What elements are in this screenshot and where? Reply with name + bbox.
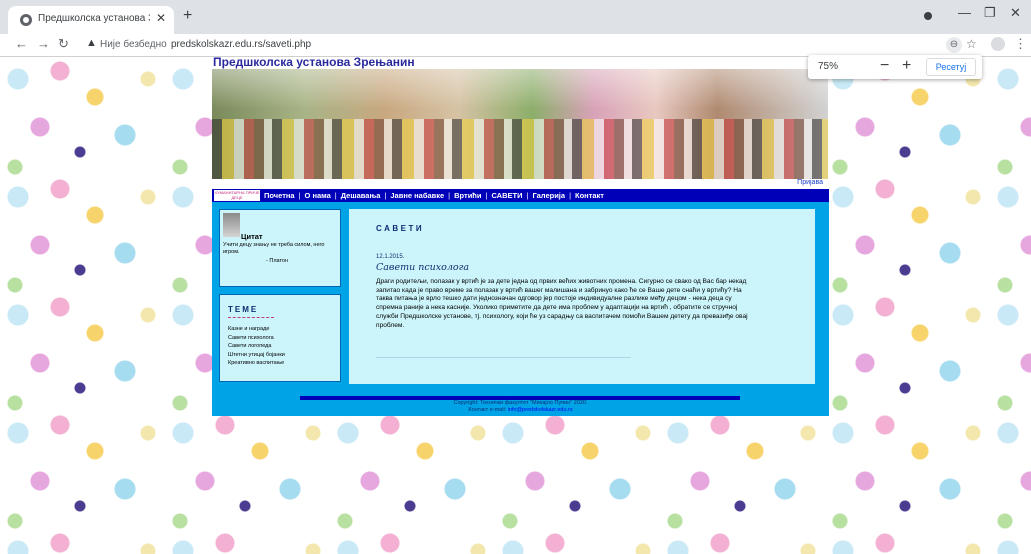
tab-title: Предшколска установа Зрењан	[38, 13, 150, 24]
close-tab-icon[interactable]: ✕	[156, 11, 166, 25]
security-status[interactable]: Није безбедно	[100, 39, 167, 50]
nav-separator: |	[298, 191, 301, 200]
nav-item-galerija[interactable]: Галерија	[532, 191, 565, 200]
media-indicator-icon[interactable]	[924, 12, 932, 20]
globe-icon	[20, 14, 32, 26]
reload-icon[interactable]: ↻	[58, 36, 69, 52]
quote-author: - Платон	[266, 258, 289, 264]
nav-item-saveti[interactable]: САВЕТИ	[491, 191, 522, 200]
footer-contact: Контакт e-mail: info@predskolskazr.edu.r…	[212, 407, 829, 414]
nav-item-o-nama[interactable]: О нама	[305, 191, 331, 200]
article-heading: САВЕТИ	[376, 224, 425, 233]
tab-strip: Предшколска установа Зрењан ✕ + — ❐ ✕	[0, 0, 1031, 34]
zoom-out-button[interactable]: −	[880, 57, 889, 75]
nav-separator: |	[334, 191, 337, 200]
quote-text: Учити децу знању не треба силом, него иг…	[223, 242, 325, 255]
logo[interactable]: ХУМАНИТАРНА ПРИЧЕ ДЕЦЕ	[214, 190, 260, 201]
contact-label: Контакт e-mail:	[468, 407, 507, 413]
article-title: Савети психолога	[376, 262, 470, 273]
topic-link[interactable]: Штетни утицај бојанки	[228, 351, 285, 360]
minimize-icon[interactable]: —	[958, 5, 971, 20]
plato-portrait	[223, 213, 240, 237]
footer-copyright: Copyright: Технички факултет "Михајло Пу…	[453, 400, 588, 406]
zoom-reset-button[interactable]: Ресетуј	[926, 58, 976, 76]
topics-box: ТЕМЕ Казне и награде Савети психолога Са…	[219, 294, 341, 382]
topic-link[interactable]: Савети психолога	[228, 334, 285, 343]
content-area: Цитат Учити децу знању не треба силом, н…	[212, 202, 829, 400]
site-container: Предшколска установа Зрењанин Пријава ХУ…	[212, 57, 829, 416]
site-header: Предшколска установа Зрењанин Пријава	[212, 57, 829, 189]
footer: Copyright: Технички факултет "Михајло Пу…	[212, 400, 829, 416]
nav-item-javne-nabavke[interactable]: Јавне набавке	[390, 191, 444, 200]
topics-list: Казне и награде Савети психолога Савети …	[228, 325, 285, 368]
main-navigation: ХУМАНИТАРНА ПРИЧЕ ДЕЦЕ Почетна | О нама | Де…	[212, 189, 829, 202]
forward-icon[interactable]: →	[37, 36, 50, 51]
banner-children	[212, 119, 828, 179]
nav-item-deshavanja[interactable]: Дешавања	[341, 191, 381, 200]
back-icon[interactable]: ←	[15, 36, 28, 51]
divider	[376, 357, 631, 358]
topic-link[interactable]: Савети логопеда	[228, 342, 285, 351]
divider	[228, 316, 274, 318]
browser-toolbar: ← → ↻ ▲ Није безбедно predskolskazr.edu.…	[0, 34, 1031, 57]
zoom-popup: 75% − + Ресетуј	[808, 55, 982, 79]
topic-link[interactable]: Креативно васпитање	[228, 359, 285, 368]
nav-separator: |	[526, 191, 529, 200]
nav-separator: |	[384, 191, 387, 200]
nav-item-pochetna[interactable]: Почетна	[264, 191, 295, 200]
quote-box: Цитат Учити децу знању не треба силом, н…	[219, 209, 341, 287]
banner-sky	[212, 69, 828, 109]
new-tab-button[interactable]: +	[183, 8, 192, 24]
topics-heading: ТЕМЕ	[228, 305, 259, 314]
zoom-in-button[interactable]: +	[902, 57, 911, 75]
login-link[interactable]: Пријава	[797, 179, 823, 186]
zoom-icon[interactable]: ⊖	[946, 37, 962, 53]
zoom-level: 75%	[818, 61, 839, 72]
banner-photo	[212, 69, 828, 179]
article-date: 12.1.2015.	[376, 254, 405, 260]
nav-item-vrtici[interactable]: Вртићи	[454, 191, 481, 200]
warning-icon[interactable]: ▲	[86, 37, 97, 49]
nav-separator: |	[569, 191, 572, 200]
bookmark-star-icon[interactable]: ☆	[966, 37, 977, 51]
article: САВЕТИ 12.1.2015. Савети психолога Драги…	[349, 209, 815, 384]
maximize-icon[interactable]: ❐	[984, 5, 996, 21]
window-close-icon[interactable]: ✕	[1010, 5, 1021, 21]
quote-heading: Цитат	[241, 232, 263, 241]
address-bar[interactable]: ▲ Није безбедно predskolskazr.edu.rs/sav…	[78, 35, 948, 55]
profile-avatar-icon[interactable]	[991, 37, 1005, 51]
browser-tab[interactable]: Предшколска установа Зрењан ✕	[8, 6, 174, 34]
site-title: Предшколска установа Зрењанин	[213, 57, 415, 69]
kebab-menu-icon[interactable]: ⋮	[1014, 36, 1027, 52]
url-text[interactable]: predskolskazr.edu.rs/saveti.php	[171, 39, 311, 50]
nav-separator: |	[448, 191, 451, 200]
topic-link[interactable]: Казне и награде	[228, 325, 285, 334]
article-body: Драги родитељи, полазак у вртић је за де…	[376, 278, 748, 329]
nav-items: Почетна | О нама | Дешавања | Јавне набавке | Вр…	[264, 189, 604, 202]
nav-item-kontakt[interactable]: Контакт	[575, 191, 604, 200]
nav-separator: |	[485, 191, 488, 200]
page-viewport: Предшколска установа Зрењанин Пријава ХУ…	[0, 57, 1031, 554]
contact-email-link[interactable]: info@predskolskazr.edu.rs	[508, 407, 573, 413]
